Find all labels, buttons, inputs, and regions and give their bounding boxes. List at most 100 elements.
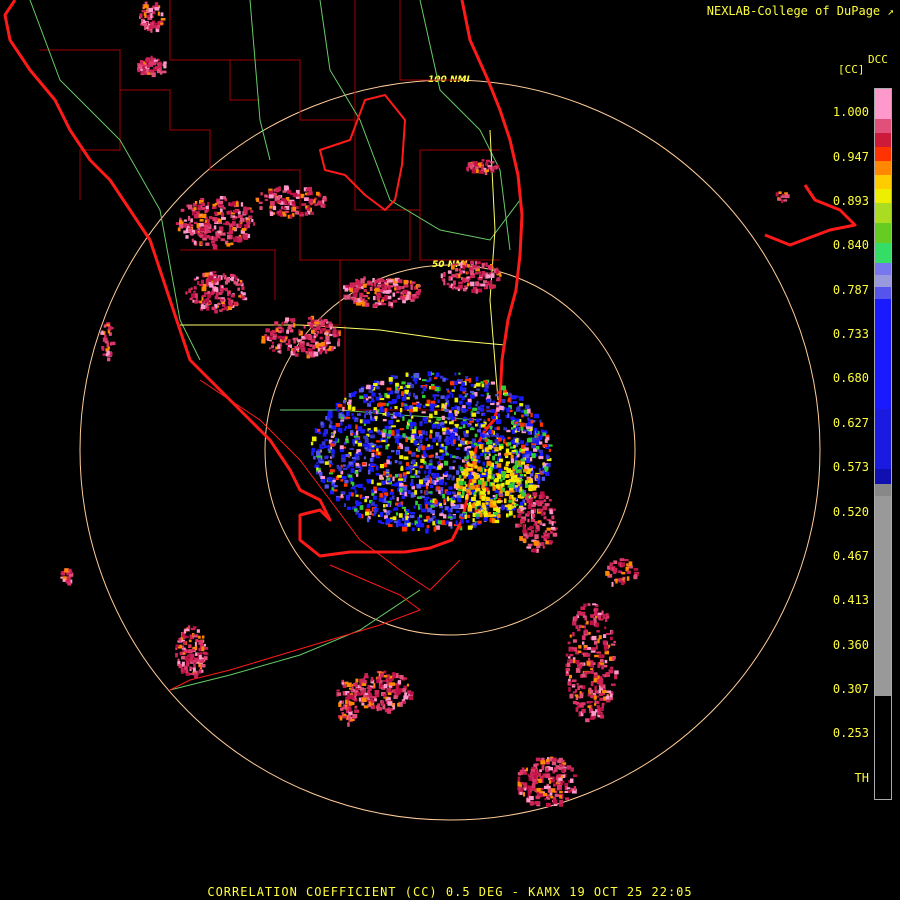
echo-cell: [610, 636, 613, 641]
echo-cell: [139, 13, 143, 18]
echo-cell: [602, 614, 606, 619]
echo-cell: [291, 203, 296, 207]
echo-cell: [379, 474, 383, 480]
echo-cell: [414, 395, 418, 400]
echo-cell: [490, 381, 495, 385]
echo-cell: [419, 423, 423, 427]
echo-cell: [352, 714, 358, 718]
echo-cell: [380, 682, 383, 687]
echo-cell: [446, 496, 449, 502]
echo-cell: [245, 217, 248, 220]
echo-cell: [463, 421, 468, 425]
echo-cell: [419, 514, 423, 518]
echo-cell: [594, 715, 597, 719]
echo-cell: [624, 559, 629, 562]
echo-cell: [207, 290, 210, 294]
echo-cell: [188, 204, 193, 210]
echo-cell: [495, 394, 498, 397]
echo-cell: [403, 456, 409, 460]
echo-cell: [395, 386, 398, 391]
echo-cell: [521, 414, 524, 418]
echo-cell: [539, 452, 543, 457]
echo-cell: [402, 688, 407, 693]
echo-cell: [538, 449, 543, 453]
echo-cell: [597, 614, 601, 620]
echo-cell: [316, 450, 321, 456]
echo-cell: [594, 640, 598, 645]
echo-cell: [554, 793, 559, 797]
echo-cell: [333, 430, 337, 434]
echo-cell: [411, 459, 416, 465]
echo-cell: [471, 288, 477, 294]
echo-cell: [595, 622, 599, 628]
echo-cell: [447, 270, 452, 274]
echo-cell: [194, 673, 199, 679]
credit-text[interactable]: NEXLAB-College of DuPage ↗: [707, 4, 894, 18]
echo-cell: [597, 715, 601, 718]
echo-cell: [417, 528, 420, 531]
echo-cell: [325, 416, 328, 420]
echo-cell: [451, 407, 455, 411]
echo-cell: [621, 572, 626, 575]
echo-cell: [364, 439, 369, 443]
echo-cell: [479, 274, 484, 278]
echo-cell: [332, 330, 337, 334]
echo-cell: [386, 394, 390, 399]
echo-cell: [602, 673, 605, 677]
echo-cell: [567, 659, 570, 662]
echo-cell: [533, 774, 537, 779]
echo-cell: [150, 57, 154, 62]
echo-cell: [488, 453, 491, 457]
echo-cell: [565, 667, 570, 672]
echo-cell: [314, 203, 318, 207]
echo-cell: [584, 617, 587, 621]
echo-cell: [425, 485, 429, 490]
echo-cell: [458, 379, 463, 382]
echo-cell: [364, 302, 370, 307]
echo-cell: [581, 673, 586, 677]
echo-cell: [350, 430, 354, 433]
echo-cell: [513, 515, 516, 518]
echo-cell: [507, 413, 510, 418]
echo-cell: [379, 464, 384, 469]
echo-cell: [425, 528, 429, 534]
echo-cell: [383, 683, 388, 689]
echo-cell: [590, 668, 594, 671]
echo-cell: [498, 443, 504, 446]
echo-cell: [475, 281, 479, 286]
echo-cell: [575, 659, 580, 665]
echo-cell: [461, 396, 465, 401]
echo-cell: [483, 511, 488, 515]
echo-cell: [351, 413, 354, 416]
echo-cell: [428, 377, 432, 382]
echo-cell: [595, 709, 598, 713]
echo-cell: [373, 486, 377, 491]
echo-cell: [456, 470, 460, 475]
echo-cell: [197, 281, 200, 286]
echo-cell: [110, 341, 116, 346]
echo-cell: [394, 287, 397, 291]
echo-cell: [383, 471, 386, 476]
echo-cell: [193, 635, 198, 638]
echo-cell: [424, 490, 429, 496]
echo-cell: [492, 500, 497, 506]
echo-cell: [230, 294, 235, 298]
echo-cell: [270, 331, 275, 336]
echo-cell: [307, 317, 313, 320]
echo-cell: [396, 691, 401, 695]
echo-cell: [151, 21, 154, 26]
echo-cell: [206, 230, 212, 233]
echo-cell: [509, 472, 515, 477]
echo-cell: [626, 576, 630, 581]
echo-cell: [532, 484, 537, 488]
echo-cell: [331, 454, 335, 458]
echo-cell: [451, 393, 454, 398]
echo-cell: [277, 344, 281, 349]
echo-cell: [578, 703, 584, 708]
echo-cell: [382, 303, 387, 306]
echo-cell: [508, 510, 513, 516]
echo-cell: [451, 416, 454, 420]
echo-cell: [490, 483, 495, 486]
echo-cell: [490, 402, 495, 406]
echo-cell: [349, 477, 353, 482]
